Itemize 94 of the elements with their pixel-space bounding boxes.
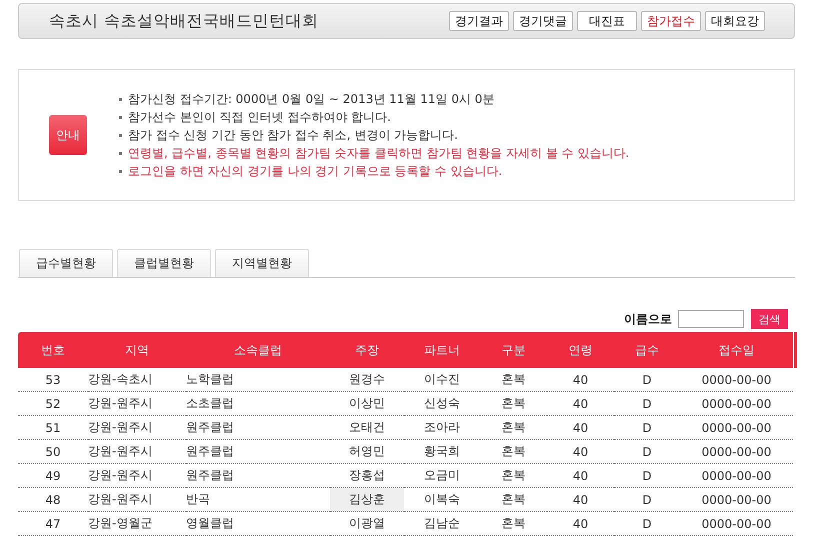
- tab[interactable]: 지역별현황: [215, 249, 309, 277]
- table-cell: 소초클럽: [186, 392, 330, 416]
- table-cell: 원경수: [330, 368, 404, 392]
- table-cell: 48: [18, 488, 88, 512]
- table-cell: 강원-영월군: [88, 512, 186, 536]
- column-header: 소속클럽: [186, 332, 330, 368]
- table-cell: 53: [18, 368, 88, 392]
- menu-button[interactable]: 참가접수: [641, 11, 701, 31]
- table-cell: 강원-원주시: [88, 392, 186, 416]
- table-cell: 52: [18, 392, 88, 416]
- menu-button[interactable]: 경기결과: [449, 11, 509, 31]
- table-cell: 40: [547, 440, 614, 464]
- table-cell: 원주클럽: [186, 440, 330, 464]
- table-cell: 강원-속초시: [88, 368, 186, 392]
- table-cell: 40: [547, 416, 614, 440]
- table-cell: 영월클럽: [186, 512, 330, 536]
- column-header: 지역: [88, 332, 186, 368]
- table-cell: 0000-00-00: [680, 440, 793, 464]
- name-search-field[interactable]: [678, 310, 744, 328]
- search-button[interactable]: 검색: [751, 309, 788, 329]
- table-cell: 0000-00-00: [680, 488, 793, 512]
- tab[interactable]: 클럽별현황: [117, 249, 211, 277]
- tab[interactable]: 급수별현황: [19, 249, 113, 277]
- table-cell: 혼복: [480, 368, 547, 392]
- bullet-icon: [119, 116, 122, 118]
- table-cell: 40: [547, 368, 614, 392]
- table-cell: 0000-00-00: [680, 512, 793, 536]
- bullet-icon: [119, 170, 122, 172]
- table-cell: 49: [18, 464, 88, 488]
- table-cell: 혼복: [480, 440, 547, 464]
- column-header: 급수: [614, 332, 680, 368]
- column-header: 번호: [18, 332, 88, 368]
- table-cell: 0000-00-00: [680, 368, 793, 392]
- table-cell: 40: [547, 392, 614, 416]
- table-cell: 이상민: [330, 392, 404, 416]
- header-edge: [793, 332, 797, 368]
- table-cell: 혼복: [480, 416, 547, 440]
- table-cell: 0000-00-00: [680, 416, 793, 440]
- notice-text: 참가 접수 신청 기간 동안 참가 접수 취소, 변경이 가능합니다.: [128, 126, 458, 144]
- table-cell: 0000-00-00: [680, 392, 793, 416]
- table-cell: D: [614, 392, 680, 416]
- table-cell: 강원-원주시: [88, 464, 186, 488]
- table-cell: 40: [547, 512, 614, 536]
- table-cell: D: [614, 464, 680, 488]
- table-cell: D: [614, 416, 680, 440]
- notice-text: 참가선수 본인이 직접 인터넷 접수하여야 합니다.: [128, 108, 391, 126]
- table-cell: 오금미: [404, 464, 480, 488]
- table-cell: 황국희: [404, 440, 480, 464]
- bullet-icon: [119, 152, 122, 154]
- table-cell: 오태건: [330, 416, 404, 440]
- notice-text: 연령별, 급수별, 종목별 현황의 참가팀 숫자를 클릭하면 참가팀 현황을 자세히 볼 수 있습니다.: [128, 144, 630, 162]
- notice-badge: 안내: [49, 115, 87, 155]
- bullet-icon: [119, 98, 122, 100]
- table-cell: 김상훈: [330, 488, 404, 512]
- notice-text: 로그인을 하면 자신의 경기를 나의 경기 기록으로 등록할 수 있습니다.: [128, 162, 502, 180]
- table-cell: 혼복: [480, 512, 547, 536]
- table-cell: 50: [18, 440, 88, 464]
- column-header: 구분: [480, 332, 547, 368]
- menu-button[interactable]: 대회요강: [705, 11, 765, 31]
- bullet-icon: [119, 134, 122, 136]
- table-cell: 노학클럽: [186, 368, 330, 392]
- table-cell: D: [614, 368, 680, 392]
- table-cell: 김남순: [404, 512, 480, 536]
- table-cell: D: [614, 512, 680, 536]
- notice-text: 참가신청 접수기간: 0000년 0월 0일 ~ 2013년 11월 11일 0시 0분: [128, 90, 494, 108]
- table-cell: 이수진: [404, 368, 480, 392]
- search-label: 이름으로: [624, 310, 672, 328]
- menu-button[interactable]: 대진표: [577, 11, 637, 31]
- table-cell: D: [614, 488, 680, 512]
- table-cell: 강원-원주시: [88, 416, 186, 440]
- table-cell: 혼복: [480, 464, 547, 488]
- table-cell: 혼복: [480, 488, 547, 512]
- table-cell: 혼복: [480, 392, 547, 416]
- table-cell: 원주클럽: [186, 464, 330, 488]
- column-header: 연령: [547, 332, 614, 368]
- table-cell: 강원-원주시: [88, 440, 186, 464]
- table-cell: D: [614, 440, 680, 464]
- table-cell: 0000-00-00: [680, 464, 793, 488]
- table-cell: 이광열: [330, 512, 404, 536]
- page-title: 속초시 속초설악배전국배드민턴대회: [49, 10, 320, 32]
- column-header: 파트너: [404, 332, 480, 368]
- table-cell: 40: [547, 464, 614, 488]
- table-cell: 51: [18, 416, 88, 440]
- table-cell: 조아라: [404, 416, 480, 440]
- table-cell: 원주클럽: [186, 416, 330, 440]
- column-header: 접수일: [680, 332, 793, 368]
- table-cell: 40: [547, 488, 614, 512]
- table-cell: 허영민: [330, 440, 404, 464]
- table-cell: 47: [18, 512, 88, 536]
- table-cell: 신성숙: [404, 392, 480, 416]
- table-cell: 이복숙: [404, 488, 480, 512]
- table-cell: 강원-원주시: [88, 488, 186, 512]
- column-header: 주장: [330, 332, 404, 368]
- menu-button[interactable]: 경기댓글: [513, 11, 573, 31]
